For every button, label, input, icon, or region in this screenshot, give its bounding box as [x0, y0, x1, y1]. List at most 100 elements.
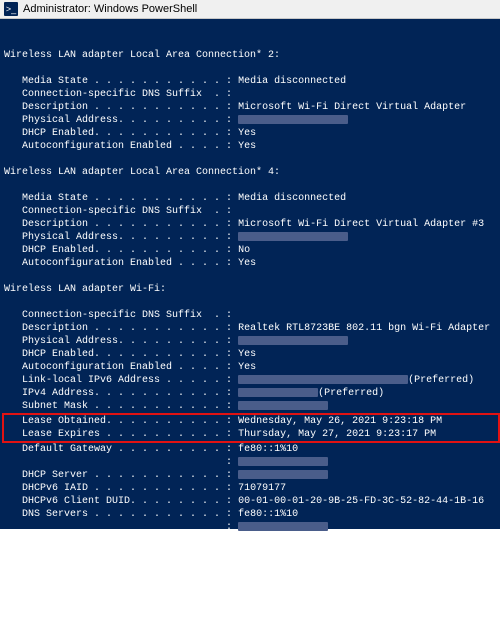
row-value [238, 231, 500, 244]
row-separator: : [226, 192, 238, 205]
output-row: Subnet Mask . . . . . . . . . . . : [4, 400, 500, 413]
row-label: Description . . . . . . . . . . . [4, 101, 226, 114]
row-value: (Preferred) [238, 374, 500, 387]
row-label: Default Gateway . . . . . . . . . [4, 443, 226, 456]
row-label: Physical Address. . . . . . . . . [4, 231, 226, 244]
row-separator: : [226, 456, 238, 469]
window-title: Administrator: Windows PowerShell [23, 3, 197, 16]
redacted-value [238, 470, 328, 479]
row-value: Realtek RTL8723BE 802.11 bgn Wi-Fi Adapt… [238, 322, 500, 335]
row-label: Autoconfiguration Enabled . . . . [4, 361, 226, 374]
adapter-heading: Wireless LAN adapter Wi-Fi: [4, 283, 500, 296]
row-value: Enabled [238, 547, 500, 560]
prompt-line[interactable]: PS C:\WINDOWS\system32> [4, 599, 500, 612]
row-value: Yes [238, 257, 500, 270]
row-separator: : [226, 348, 238, 361]
row-value [238, 114, 500, 127]
row-label: Autoconfiguration Enabled . . . . [4, 257, 226, 270]
row-value: Yes [238, 140, 500, 153]
output-row: Media State . . . . . . . . . . . : Medi… [4, 192, 500, 205]
row-separator: : [226, 469, 238, 482]
row-value: Media disconnected [238, 75, 500, 88]
terminal-output[interactable]: Wireless LAN adapter Local Area Connecti… [0, 19, 500, 529]
row-value: Media disconnected [238, 192, 500, 205]
text-cursor [149, 600, 155, 611]
row-separator: : [226, 387, 238, 400]
redacted-value [238, 375, 408, 384]
row-label: DHCPv6 Client DUID. . . . . . . . [4, 495, 226, 508]
output-row: Default Gateway . . . . . . . . . : fe80… [4, 443, 500, 456]
redacted-value [238, 457, 328, 466]
row-separator: : [226, 88, 238, 101]
row-value [238, 400, 500, 413]
output-row: Connection-specific DNS Suffix . : [4, 88, 500, 101]
powershell-icon: >_ [4, 2, 18, 16]
output-row: DHCP Enabled. . . . . . . . . . . : Yes [4, 127, 500, 140]
row-label: Physical Address. . . . . . . . . [4, 335, 226, 348]
row-label: DHCP Enabled. . . . . . . . . . . [4, 348, 226, 361]
redacted-value [238, 336, 348, 345]
row-separator: : [226, 218, 238, 231]
row-separator: : [226, 361, 238, 374]
row-value [238, 205, 500, 218]
row-separator: : [226, 322, 238, 335]
row-value: No [238, 244, 500, 257]
row-separator: : [226, 508, 238, 521]
row-value [238, 456, 500, 469]
row-separator: : [226, 415, 238, 428]
row-label: Link-local IPv6 Address . . . . . [4, 374, 226, 387]
row-label: DHCP Enabled. . . . . . . . . . . [4, 127, 226, 140]
row-value [238, 309, 500, 322]
row-label [4, 456, 226, 469]
row-separator: : [226, 231, 238, 244]
row-value: Yes [238, 348, 500, 361]
row-value: 00-01-00-01-20-9B-25-FD-3C-52-82-44-1B-1… [238, 495, 500, 508]
output-row: Autoconfiguration Enabled . . . . : Yes [4, 361, 500, 374]
output-row: : [4, 456, 500, 469]
output-row: Lease Expires . . . . . . . . . . : Thur… [4, 428, 498, 441]
output-row: IPv4 Address. . . . . . . . . . . : (Pre… [4, 387, 500, 400]
prompt-text: PS C:\WINDOWS\system32> [4, 599, 148, 612]
row-label: DHCPv6 IAID . . . . . . . . . . . [4, 482, 226, 495]
row-value: (Preferred) [238, 387, 500, 400]
row-label: Connection-specific DNS Suffix . [4, 88, 226, 101]
row-value [238, 335, 500, 348]
output-row: Lease Obtained. . . . . . . . . . : Wedn… [4, 415, 498, 428]
redacted-value [238, 388, 318, 397]
redacted-value [238, 115, 348, 124]
output-row: DHCPv6 IAID . . . . . . . . . . . : 7107… [4, 482, 500, 495]
adapter-heading: Wireless LAN adapter Local Area Connecti… [4, 166, 500, 179]
adapter-heading: Wireless LAN adapter Local Area Connecti… [4, 49, 500, 62]
output-row: Connection-specific DNS Suffix . : [4, 205, 500, 218]
output-row: Physical Address. . . . . . . . . : [4, 114, 500, 127]
row-separator: : [226, 75, 238, 88]
output-row: Description . . . . . . . . . . . : Micr… [4, 218, 500, 231]
row-value: 71079177 [238, 482, 500, 495]
output-row: Autoconfiguration Enabled . . . . : Yes [4, 140, 500, 153]
output-row: Description . . . . . . . . . . . : Real… [4, 322, 500, 335]
row-separator: : [226, 374, 238, 387]
row-label: Lease Expires . . . . . . . . . . [4, 428, 226, 441]
row-value: Wednesday, May 26, 2021 9:23:18 PM [238, 415, 498, 428]
window-titlebar[interactable]: >_ Administrator: Windows PowerShell [0, 0, 500, 19]
row-label: Connection-specific DNS Suffix . [4, 205, 226, 218]
row-label: IPv4 Address. . . . . . . . . . . [4, 387, 226, 400]
row-separator: : [226, 495, 238, 508]
row-separator: : [226, 482, 238, 495]
output-row: Description . . . . . . . . . . . : Micr… [4, 101, 500, 114]
row-value: Microsoft Wi-Fi Direct Virtual Adapter [238, 101, 500, 114]
row-label: DHCP Server . . . . . . . . . . . [4, 469, 226, 482]
row-separator: : [226, 335, 238, 348]
row-separator: : [226, 127, 238, 140]
row-label: Lease Obtained. . . . . . . . . . [4, 415, 226, 428]
highlighted-lease-info: Lease Obtained. . . . . . . . . . : Wedn… [2, 413, 500, 443]
output-row: Connection-specific DNS Suffix . : [4, 309, 500, 322]
row-label: Media State . . . . . . . . . . . [4, 192, 226, 205]
output-row: NetBIOS over Tcpip. . . . . . . . : Enab… [4, 547, 500, 560]
row-label: DNS Servers . . . . . . . . . . . [4, 508, 226, 521]
output-row: DHCP Enabled. . . . . . . . . . . : No [4, 244, 500, 257]
row-label: Connection-specific DNS Suffix . [4, 309, 226, 322]
row-label: Description . . . . . . . . . . . [4, 322, 226, 335]
row-label: Physical Address. . . . . . . . . [4, 114, 226, 127]
output-row: Media State . . . . . . . . . . . : Medi… [4, 75, 500, 88]
